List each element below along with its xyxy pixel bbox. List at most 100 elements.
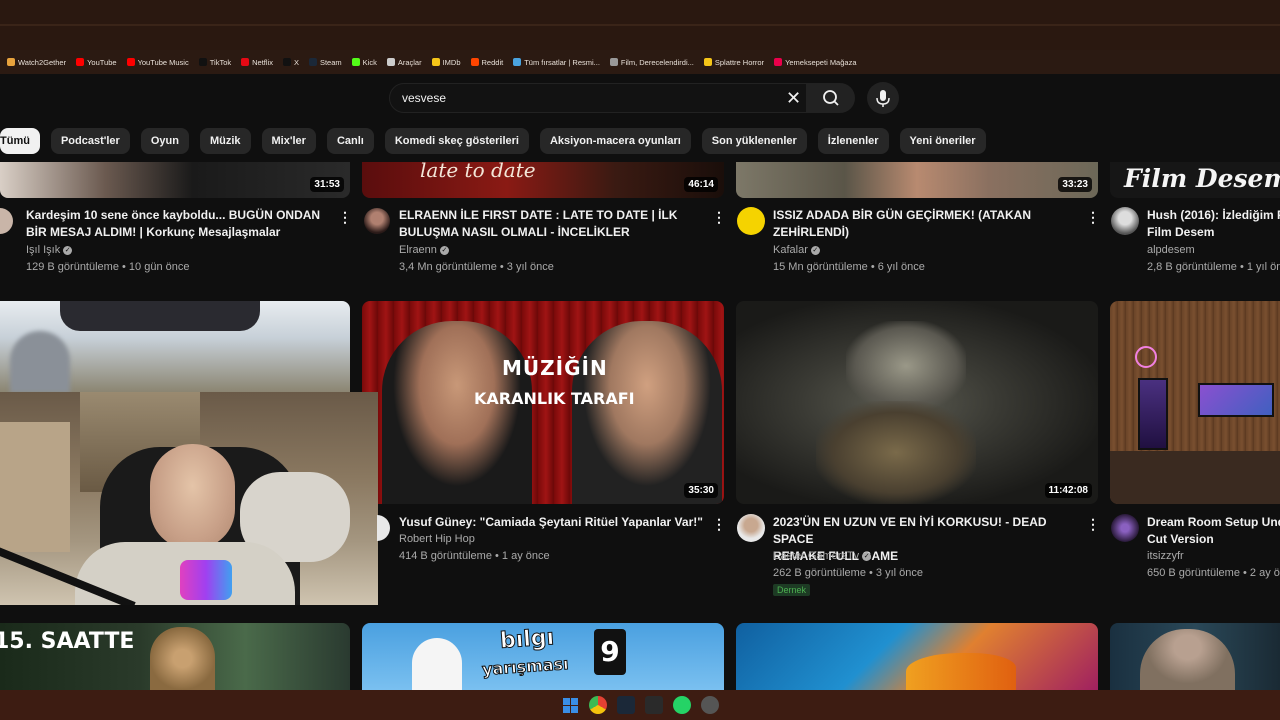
more-actions-icon[interactable]: ⋮ xyxy=(712,210,726,224)
bookmark-item[interactable]: Netflix xyxy=(236,58,278,67)
video-title-line: 2023'ÜN EN UZUN VE EN İYİ KORKUSU! - DEA… xyxy=(773,515,1047,546)
steam-icon[interactable] xyxy=(617,696,635,714)
more-actions-icon[interactable]: ⋮ xyxy=(1086,210,1100,224)
channel-avatar[interactable] xyxy=(1111,207,1139,235)
bookmark-item[interactable]: Kick xyxy=(347,58,382,67)
channel-name[interactable]: Kafalar ✓ xyxy=(773,244,820,256)
bookmark-item[interactable]: Steam xyxy=(304,58,347,67)
more-actions-icon[interactable]: ⋮ xyxy=(1086,517,1100,531)
video-title[interactable]: ELRAENN İLE FIRST DATE : LATE TO DATE | … xyxy=(399,207,709,241)
channel-name[interactable]: Robert Hip Hop xyxy=(399,533,475,545)
thumbnail-fish xyxy=(906,653,1016,690)
filter-chip[interactable]: Tümü xyxy=(0,128,40,154)
bookmark-item[interactable]: IMDb xyxy=(427,58,466,67)
tab-strip-divider xyxy=(0,24,1280,26)
thumbnail-neon-light xyxy=(1135,346,1157,368)
bookmark-item[interactable]: YouTube Music xyxy=(122,58,194,67)
thumbnail-face xyxy=(1140,629,1235,690)
bookmark-favicon-icon xyxy=(7,58,15,66)
more-actions-icon[interactable]: ⋮ xyxy=(338,210,352,224)
bookmark-label: YouTube Music xyxy=(137,57,189,67)
bookmark-favicon-icon xyxy=(774,58,783,66)
video-thumbnail[interactable] xyxy=(736,623,1098,690)
channel-avatar[interactable] xyxy=(737,514,765,542)
verified-icon: ✓ xyxy=(810,245,820,255)
video-thumbnail[interactable]: 33:23 xyxy=(736,162,1098,198)
bookmark-label: Tüm fırsatlar | Resmi... xyxy=(524,57,600,67)
voice-search-button[interactable] xyxy=(867,82,899,114)
bookmark-item[interactable]: Tüm fırsatlar | Resmi... xyxy=(508,58,605,67)
whatsapp-icon[interactable] xyxy=(673,696,691,714)
bookmark-item[interactable]: Reddit xyxy=(466,58,509,67)
channel-avatar[interactable] xyxy=(0,208,13,234)
channel-name[interactable]: Easter GamersTv ✓ xyxy=(773,550,872,562)
bookmark-item[interactable]: TikTok xyxy=(194,58,236,67)
app-icon[interactable] xyxy=(701,696,719,714)
video-thumbnail[interactable] xyxy=(1110,301,1280,504)
channel-avatar[interactable] xyxy=(737,207,765,235)
filter-chips: Tümü Podcast'ler Oyun Müzik Mix'ler Canlı Kome… xyxy=(0,128,986,154)
chrome-icon[interactable] xyxy=(589,696,607,714)
video-thumbnail[interactable]: Film Desem xyxy=(1110,162,1280,198)
filter-chip[interactable]: İzlenenler xyxy=(817,128,889,154)
verified-icon: ✓ xyxy=(63,245,73,255)
video-title[interactable]: Hush (2016): İzlediğim F Film Desem xyxy=(1147,207,1280,241)
windows-start-icon[interactable] xyxy=(561,696,579,714)
bookmark-item[interactable]: YouTube xyxy=(71,58,121,67)
channel-avatar[interactable] xyxy=(1111,514,1139,542)
bookmark-item[interactable]: X xyxy=(278,58,304,67)
bookmark-label: Araçlar xyxy=(397,57,422,67)
filter-chip[interactable]: Oyun xyxy=(140,128,189,154)
filter-chip[interactable]: Podcast'ler xyxy=(50,128,130,154)
video-title[interactable]: Kardeşim 10 sene önce kayboldu... BUGÜN … xyxy=(26,207,336,241)
channel-name[interactable]: Elraenn ✓ xyxy=(399,244,449,256)
video-thumbnail[interactable]: late to date 46:14 xyxy=(362,162,724,198)
channel-name[interactable]: Işıl Işık ✓ xyxy=(26,244,73,256)
more-actions-icon[interactable]: ⋮ xyxy=(712,517,726,531)
bookmark-item[interactable]: Film, Derecelendirdi... xyxy=(605,58,699,67)
thumbnail-person xyxy=(412,638,462,690)
clear-search-icon[interactable]: ✕ xyxy=(786,89,801,107)
video-thumbnail[interactable]: 31:53 xyxy=(0,162,350,198)
filter-chip[interactable]: Müzik xyxy=(199,128,251,154)
verified-icon: ✓ xyxy=(439,245,449,255)
video-thumbnail[interactable]: 11:42:08 xyxy=(736,301,1098,504)
video-title-line: BİR MESAJ ALDIM! | Korkunç Mesajlaşmalar xyxy=(26,225,281,239)
search-input[interactable]: vesvese xyxy=(402,91,446,105)
channel-avatar[interactable] xyxy=(364,208,390,234)
video-thumbnail[interactable]: 15. SAATTE xyxy=(0,623,350,690)
video-thumbnail[interactable] xyxy=(1110,623,1280,690)
video-title-line: Film Desem xyxy=(1147,225,1215,239)
filter-chip[interactable]: Aksiyon-macera oyunları xyxy=(539,128,691,154)
thumbnail-suit xyxy=(816,401,976,504)
bookmark-item[interactable]: Watch2Gether xyxy=(2,58,71,67)
video-thumbnail[interactable]: bılgı yarışması 9 xyxy=(362,623,724,690)
video-thumbnail[interactable]: MÜZİĞİN KARANLIK TARAFI 35:30 xyxy=(362,301,724,504)
search-button[interactable] xyxy=(807,83,855,113)
video-title[interactable]: Yusuf Güney: "Camiada Şeytani Ritüel Yap… xyxy=(399,514,719,531)
channel-name[interactable]: alpdesem xyxy=(1147,244,1195,256)
filter-chip[interactable]: Mix'ler xyxy=(261,128,316,154)
bookmark-item[interactable]: Araçlar xyxy=(382,58,427,67)
channel-name-text: Kafalar xyxy=(773,244,808,256)
search-box[interactable]: vesvese ✕ xyxy=(389,83,807,113)
thumbnail-face xyxy=(150,627,215,690)
bookmark-favicon-icon xyxy=(308,58,317,66)
filter-chip[interactable]: Son yüklenenler xyxy=(701,128,807,154)
filter-chip[interactable]: Canlı xyxy=(326,128,374,154)
bookmark-favicon-icon xyxy=(386,58,395,66)
video-thumbnail[interactable] xyxy=(0,301,350,393)
bookmark-label: Film, Derecelendirdi... xyxy=(620,57,694,67)
bookmark-label: Yemeksepeti Mağaza xyxy=(785,57,857,67)
channel-name[interactable]: itsizzyfr xyxy=(1147,550,1184,562)
bookmark-item[interactable]: Splattre Horror xyxy=(699,58,769,67)
member-badge: Dernek xyxy=(773,584,811,596)
video-title[interactable]: ISSIZ ADADA BİR GÜN GEÇİRMEK! (ATAKAN ZEH… xyxy=(773,207,1083,241)
video-duration: 33:23 xyxy=(1058,177,1092,192)
bookmark-label: X xyxy=(293,57,299,67)
filter-chip[interactable]: Yeni öneriler xyxy=(899,128,986,154)
epic-icon[interactable] xyxy=(645,696,663,714)
filter-chip[interactable]: Komedi skeç gösterileri xyxy=(384,128,529,154)
bookmark-item[interactable]: Yemeksepeti Mağaza xyxy=(769,58,861,67)
video-title[interactable]: Dream Room Setup Und Cut Version xyxy=(1147,514,1280,548)
